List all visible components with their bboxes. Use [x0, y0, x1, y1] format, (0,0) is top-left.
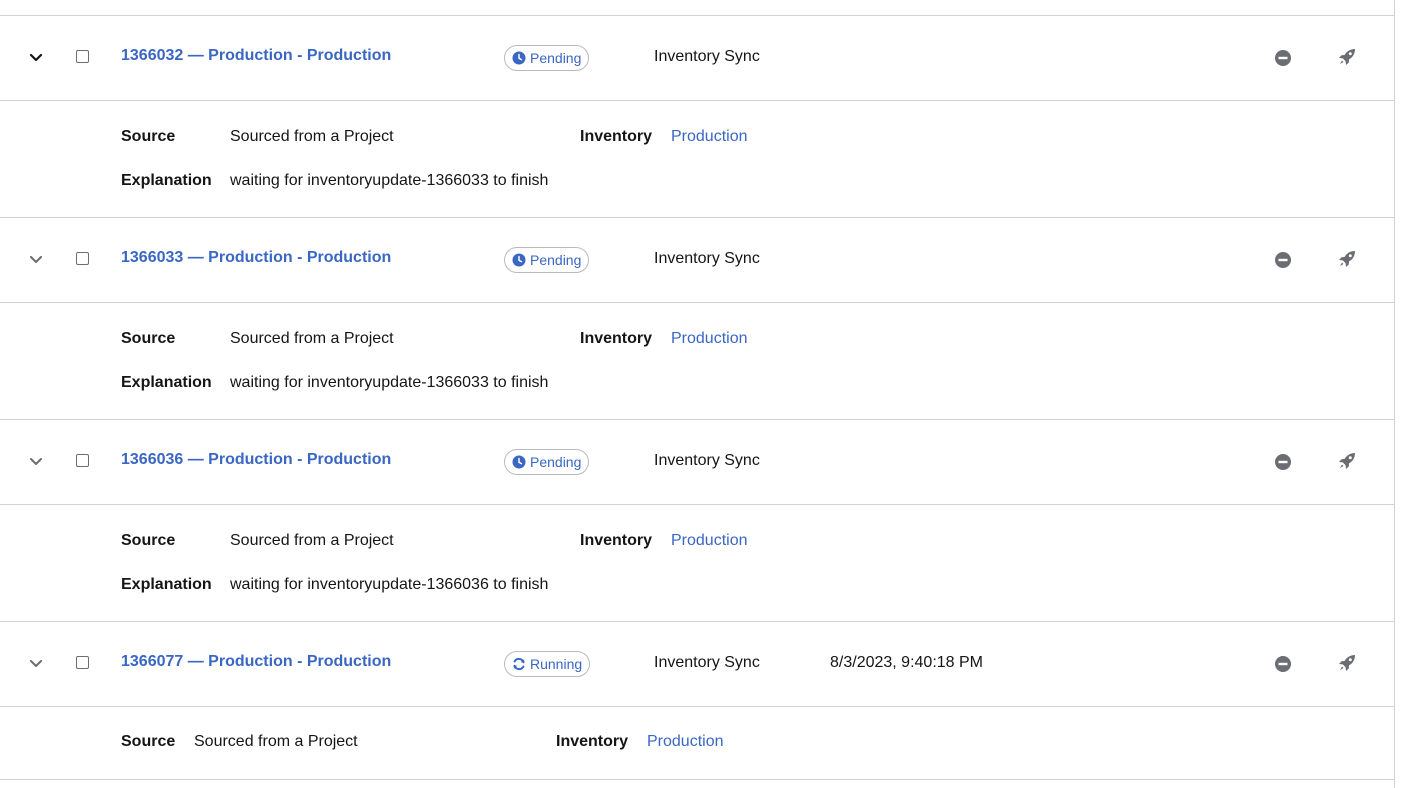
status-label: Pending [530, 252, 582, 268]
relaunch-job-button[interactable] [1338, 452, 1356, 470]
inventory-link[interactable]: Production [671, 532, 748, 550]
cancel-job-button[interactable] [1274, 49, 1292, 67]
minus-circle-icon [1275, 50, 1291, 66]
expand-toggle[interactable] [26, 250, 46, 270]
jobs-table: 1366032 — Production - Production Pendin… [0, 0, 1395, 788]
clock-icon [512, 253, 526, 267]
clock-icon [512, 51, 526, 65]
expanded-row-details: Source Sourced from a Project Inventory … [0, 707, 1395, 779]
source-label: Source [121, 532, 176, 549]
relaunch-job-button[interactable] [1338, 48, 1356, 66]
minus-circle-icon [1275, 252, 1291, 268]
chevron-down-icon [30, 458, 42, 465]
rocket-icon [1339, 49, 1355, 65]
cancel-job-button[interactable] [1274, 251, 1292, 269]
chevron-down-icon [30, 54, 42, 62]
source-label: Source [121, 733, 176, 750]
status-label: Pending [530, 454, 582, 470]
job-type: Inventory Sync [654, 452, 760, 469]
row-divider [0, 779, 1395, 780]
source-value: Sourced from a Project [194, 733, 358, 750]
source-value: Sourced from a Project [230, 330, 394, 347]
cancel-job-button[interactable] [1274, 655, 1292, 673]
status-badge: Pending [504, 45, 590, 71]
job-type: Inventory Sync [654, 654, 760, 671]
minus-circle-icon [1275, 656, 1291, 672]
job-name-link[interactable]: 1366033 — Production - Production [121, 249, 391, 267]
table-row: 1366036 — Production - Production Pendin… [0, 420, 1395, 504]
explanation-value: waiting for inventoryupdate-1366033 to f… [230, 172, 549, 189]
clock-icon [512, 455, 526, 469]
rocket-icon [1339, 251, 1355, 267]
inventory-link[interactable]: Production [671, 128, 748, 146]
row-select-checkbox[interactable] [76, 454, 89, 467]
source-label: Source [121, 128, 176, 145]
inventory-label: Inventory [580, 128, 653, 145]
minus-circle-icon [1275, 454, 1291, 470]
inventory-link[interactable]: Production [671, 330, 748, 348]
status-badge: Pending [504, 449, 590, 475]
job-name-link[interactable]: 1366077 — Production - Production [121, 653, 391, 671]
status-badge: Running [504, 651, 591, 677]
row-select-checkbox[interactable] [76, 50, 89, 63]
expanded-row-details: Source Sourced from a Project Inventory … [0, 101, 1395, 217]
explanation-label: Explanation [121, 172, 212, 189]
expand-toggle[interactable] [26, 48, 46, 68]
job-name-link[interactable]: 1366036 — Production - Production [121, 451, 391, 469]
job-started: 8/3/2023, 9:40:18 PM [830, 654, 983, 671]
jobs-page: 1366032 — Production - Production Pendin… [0, 0, 1404, 788]
job-type: Inventory Sync [654, 250, 760, 267]
relaunch-job-button[interactable] [1338, 654, 1356, 672]
cancel-job-button[interactable] [1274, 453, 1292, 471]
job-type: Inventory Sync [654, 48, 760, 65]
explanation-value: waiting for inventoryupdate-1366033 to f… [230, 374, 549, 391]
source-value: Sourced from a Project [230, 128, 394, 145]
table-row: 1366032 — Production - Production Pendin… [0, 16, 1395, 100]
source-label: Source [121, 330, 176, 347]
explanation-value: waiting for inventoryupdate-1366036 to f… [230, 576, 549, 593]
rocket-icon [1339, 453, 1355, 469]
expand-toggle[interactable] [26, 654, 46, 674]
status-label: Running [530, 656, 583, 672]
inventory-link[interactable]: Production [647, 733, 724, 751]
chevron-down-icon [30, 660, 42, 667]
expanded-row-details: Source Sourced from a Project Inventory … [0, 505, 1395, 621]
rocket-icon [1339, 655, 1355, 671]
explanation-label: Explanation [121, 576, 212, 593]
expanded-row-details: Source Sourced from a Project Inventory … [0, 303, 1395, 419]
status-badge: Pending [504, 247, 590, 273]
table-row: 1366077 — Production - Production Runnin… [0, 622, 1395, 706]
source-value: Sourced from a Project [230, 532, 394, 549]
expand-toggle[interactable] [26, 452, 46, 472]
job-name-link[interactable]: 1366032 — Production - Production [121, 47, 391, 65]
inventory-label: Inventory [556, 733, 629, 750]
row-select-checkbox[interactable] [76, 656, 89, 669]
inventory-label: Inventory [580, 532, 653, 549]
chevron-down-icon [30, 256, 42, 263]
explanation-label: Explanation [121, 374, 212, 391]
row-select-checkbox[interactable] [76, 252, 89, 265]
sync-icon [513, 657, 525, 671]
inventory-label: Inventory [580, 330, 653, 347]
table-row: 1366033 — Production - Production Pendin… [0, 218, 1395, 302]
relaunch-job-button[interactable] [1338, 250, 1356, 268]
status-label: Pending [530, 50, 582, 66]
